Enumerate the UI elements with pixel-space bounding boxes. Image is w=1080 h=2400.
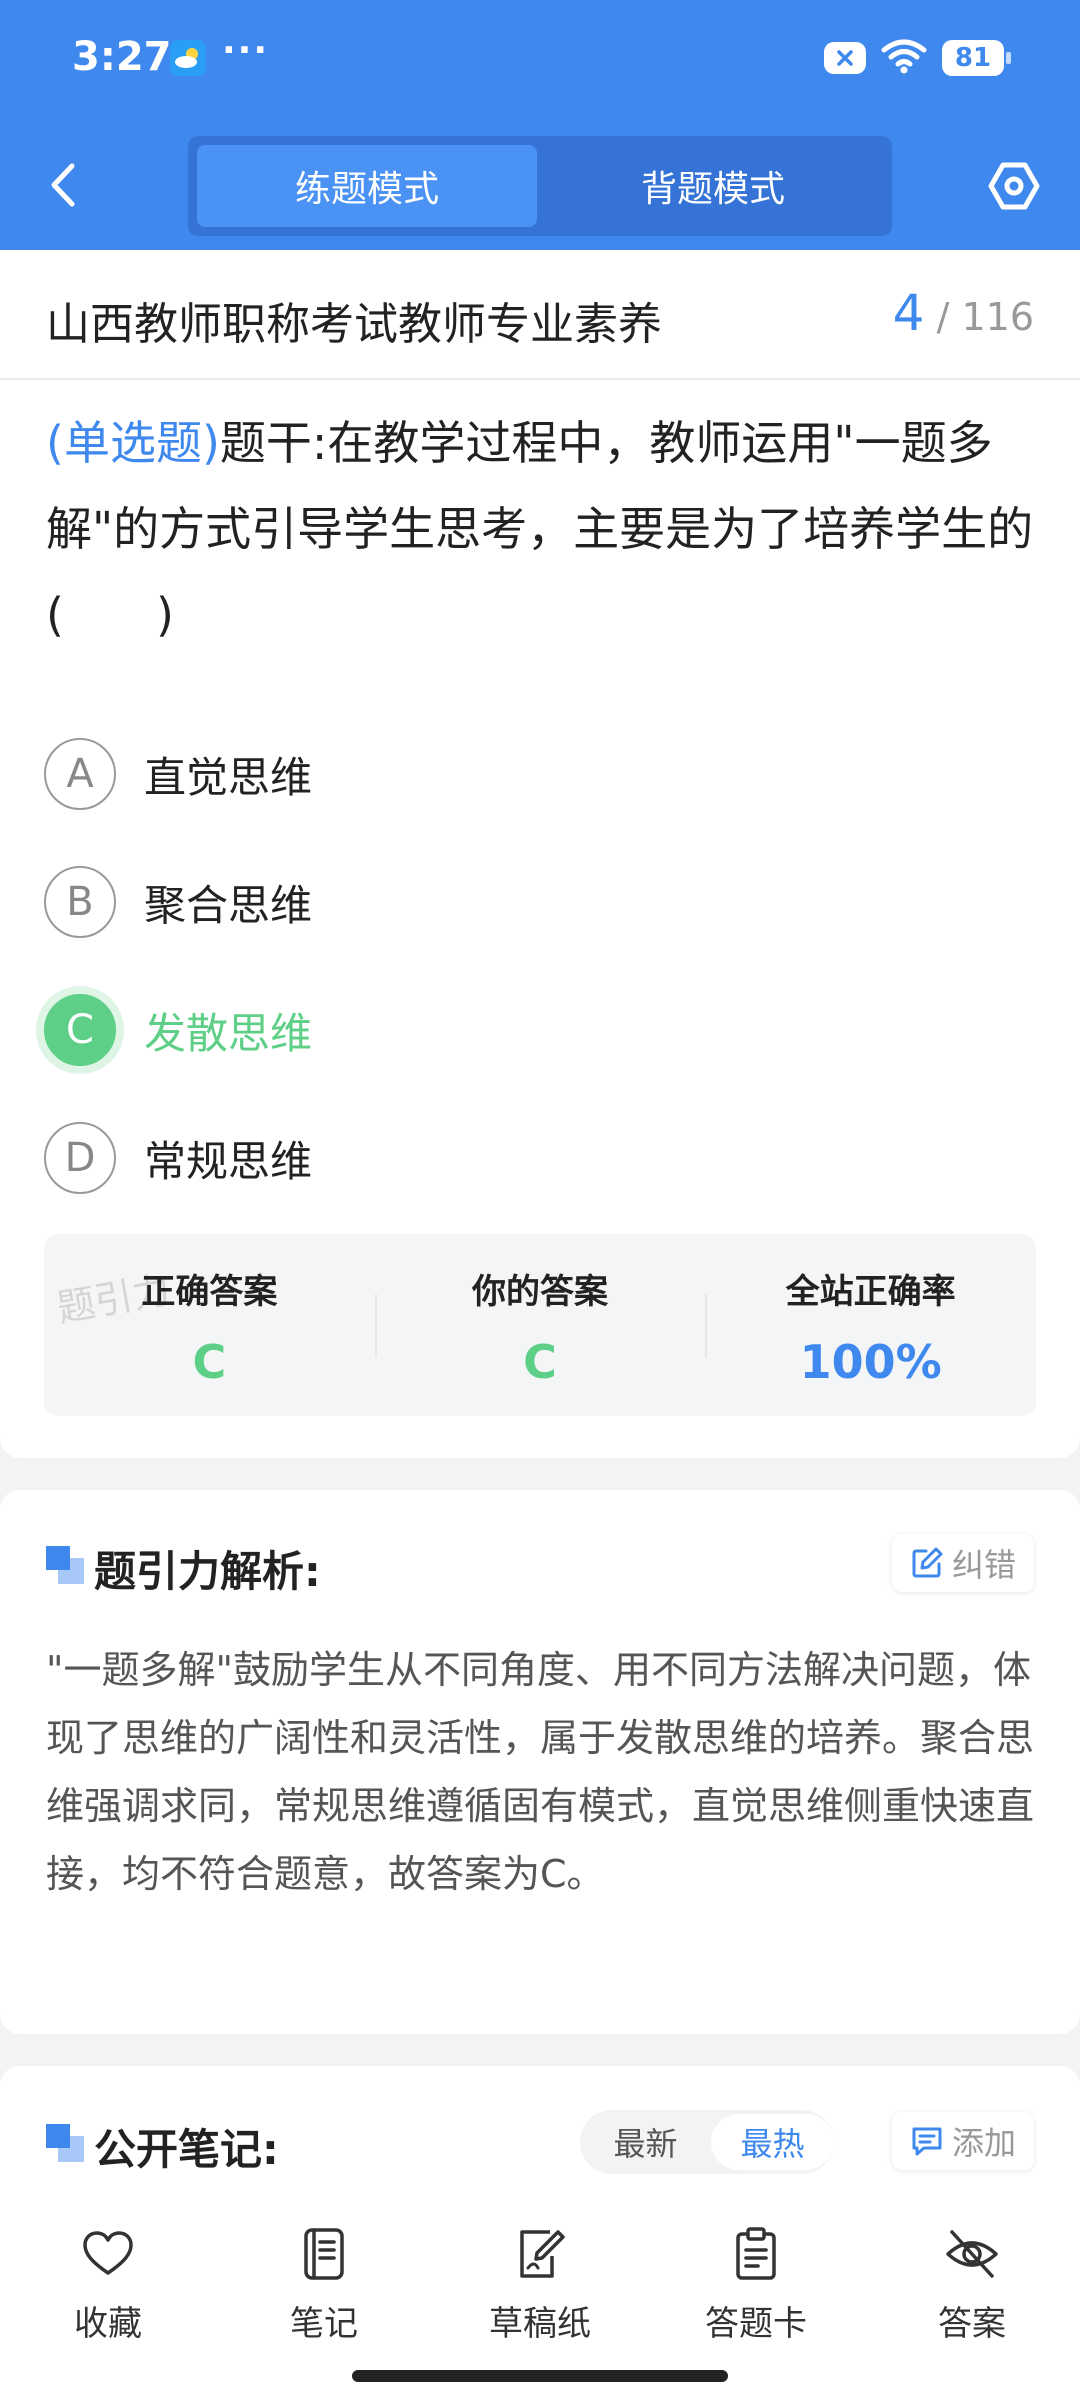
analysis-title: 题引力解析:: [94, 1547, 321, 1596]
tab-practice-mode[interactable]: 练题模式: [197, 145, 537, 227]
option-a[interactable]: A 直觉思维: [44, 710, 1034, 838]
question-stem: (单选题)题干:在教学过程中，教师运用"一题多解"的方式引导学生思考，主要是为了…: [46, 400, 1036, 658]
nav-favorite[interactable]: 收藏: [28, 2226, 188, 2345]
question-card: 山西教师职称考试教师专业素养 4 / 116 (单选题)题干:在教学过程中，教师…: [0, 250, 1080, 1458]
weather-app-icon: [170, 40, 206, 76]
header: 3:27 ··· 81 练题模式 背题模式: [0, 0, 1080, 250]
option-letter: B: [44, 866, 116, 938]
wifi-icon: [880, 38, 928, 78]
accuracy-rate-value: 100%: [799, 1335, 942, 1389]
analysis-text: "一题多解"鼓励学生从不同角度、用不同方法解决问题，体现了思维的广阔性和灵活性，…: [46, 1648, 1035, 1896]
mode-toggle: 练题模式 背题模式: [188, 136, 892, 236]
chevron-left-icon: [51, 163, 75, 207]
total-question-count: / 116: [936, 295, 1034, 339]
section-squares-icon: [46, 1546, 84, 1584]
add-note-button[interactable]: 添加: [891, 2112, 1034, 2170]
status-time: 3:27: [72, 34, 172, 80]
option-letter: C: [44, 994, 116, 1066]
question-type: (单选题): [46, 416, 220, 470]
accuracy-rate-column: 全站正确率 100%: [705, 1234, 1036, 1416]
more-notifications-icon: ···: [222, 30, 270, 71]
nav-draft-paper[interactable]: 草稿纸: [460, 2226, 620, 2345]
nav-label: 收藏: [74, 2304, 142, 2344]
battery-icon: 81: [942, 40, 1011, 76]
draft-paper-icon: [520, 2230, 565, 2278]
edit-icon: [912, 1547, 943, 1578]
option-b[interactable]: B 聚合思维: [44, 838, 1034, 966]
nav-notes[interactable]: 笔记: [244, 2226, 404, 2345]
home-indicator[interactable]: [352, 2370, 728, 2382]
close-badge-icon: [824, 42, 866, 74]
answer-sheet-icon: [736, 2227, 776, 2280]
option-text: 发散思维: [144, 1008, 313, 1058]
report-error-button[interactable]: 纠错: [891, 1534, 1034, 1592]
nav-label: 答题卡: [705, 2304, 807, 2344]
accuracy-rate-label: 全站正确率: [785, 1272, 956, 1312]
nav-label: 笔记: [290, 2304, 358, 2344]
your-answer-label: 你的答案: [472, 1272, 608, 1312]
question-counter: 4 / 116: [893, 284, 1034, 342]
nav-label: 草稿纸: [489, 2304, 591, 2344]
back-button[interactable]: [44, 160, 84, 210]
nav-answer-toggle[interactable]: 答案: [892, 2226, 1052, 2345]
your-answer-value: C: [523, 1335, 557, 1389]
option-text: 直觉思维: [144, 752, 313, 802]
section-squares-icon: [46, 2124, 84, 2162]
notes-title: 公开笔记:: [94, 2125, 279, 2174]
analysis-card: 题引力解析: 纠错 "一题多解"鼓励学生从不同角度、用不同方法解决问题，体现了思…: [0, 1490, 1080, 2034]
comment-icon: [912, 2127, 942, 2156]
divider: [0, 378, 1080, 380]
nav-label: 答案: [938, 2304, 1006, 2344]
report-error-label: 纠错: [951, 1546, 1016, 1584]
notebook-icon: [304, 2228, 344, 2280]
sort-hottest[interactable]: 最热: [711, 2114, 834, 2170]
notes-sort-toggle: 最新 最热: [580, 2110, 834, 2174]
nav-answer-sheet[interactable]: 答题卡: [676, 2226, 836, 2345]
tab-recite-mode[interactable]: 背题模式: [543, 145, 883, 227]
option-text: 聚合思维: [144, 880, 313, 930]
eye-off-icon: [946, 2230, 998, 2278]
options-list: A 直觉思维 B 聚合思维 C 发散思维 D 常规思维: [44, 710, 1034, 1222]
settings-hexagon-icon: [988, 162, 1040, 210]
settings-button[interactable]: [986, 158, 1042, 214]
answer-summary: 正确答案 C 你的答案 C 全站正确率 100%: [44, 1234, 1036, 1416]
your-answer-column: 你的答案 C: [374, 1234, 706, 1416]
exam-title: 山西教师职称考试教师专业素养: [46, 299, 662, 350]
add-note-label: 添加: [951, 2124, 1016, 2162]
option-letter: A: [44, 738, 116, 810]
option-c[interactable]: C 发散思维: [44, 966, 1034, 1094]
status-bar: 3:27 ··· 81: [0, 0, 1080, 120]
option-d[interactable]: D 常规思维: [44, 1094, 1034, 1222]
sort-latest[interactable]: 最新: [584, 2114, 707, 2170]
option-letter: D: [44, 1122, 116, 1194]
correct-answer-value: C: [192, 1335, 227, 1389]
option-text: 常规思维: [144, 1136, 313, 1186]
status-indicators: 81: [824, 38, 1011, 78]
current-question-number: 4: [892, 284, 925, 342]
heart-icon: [83, 2231, 133, 2275]
